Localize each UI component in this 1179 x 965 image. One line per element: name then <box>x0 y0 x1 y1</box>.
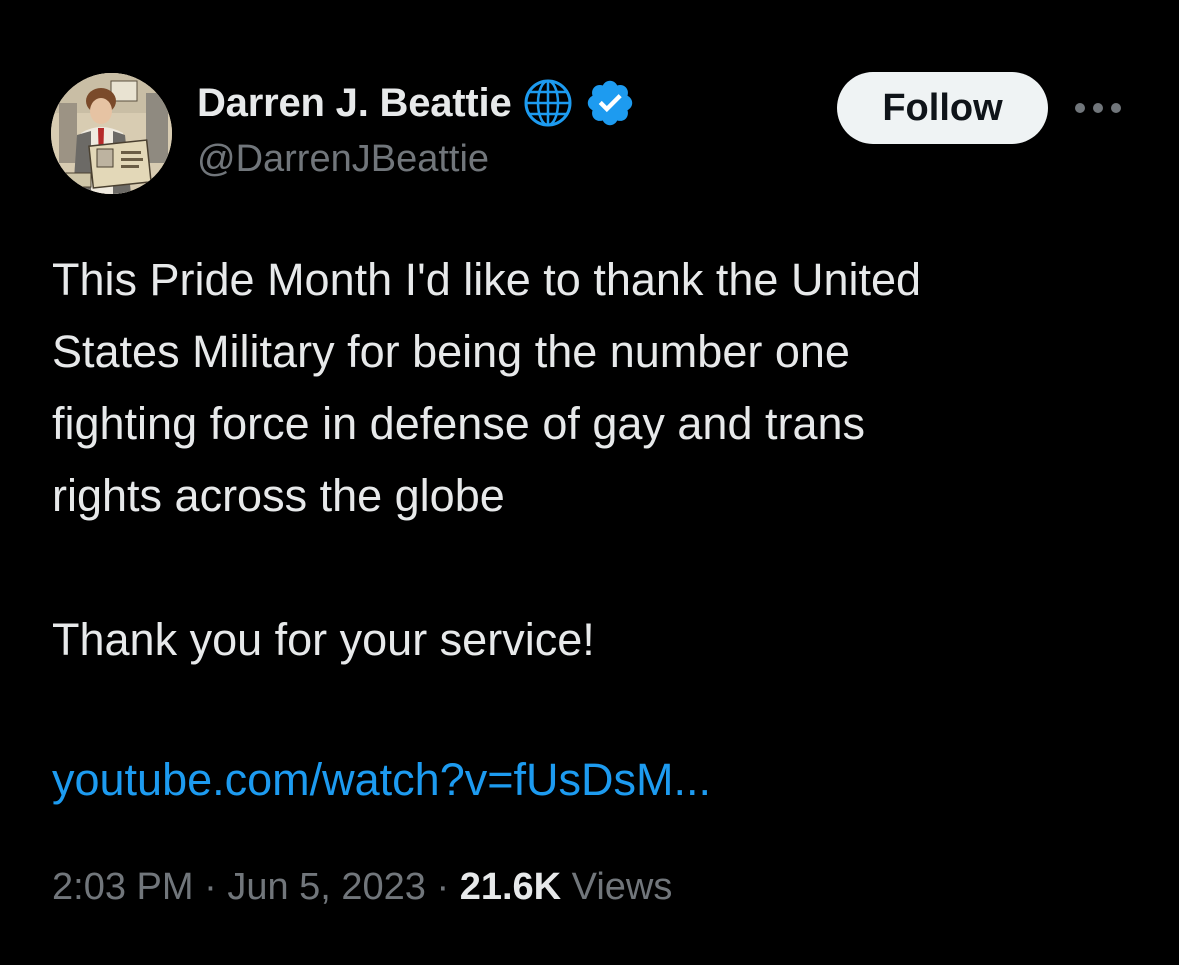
tweet-line: States Military for being the number one <box>52 326 850 377</box>
tweet-text: This Pride Month I'd like to thank the U… <box>52 244 1132 676</box>
author-handle[interactable]: @DarrenJBeattie <box>197 138 489 181</box>
globe-icon <box>522 77 574 129</box>
tweet-line: Thank you for your service! <box>52 614 595 665</box>
tweet-time[interactable]: 2:03 PM <box>52 866 194 908</box>
tweet-line: rights across the globe <box>52 470 505 521</box>
tweet-line: fighting force in defense of gay and tra… <box>52 398 866 449</box>
views-label: Views <box>571 866 673 908</box>
tweet-date[interactable]: Jun 5, 2023 <box>227 866 426 908</box>
display-name[interactable]: Darren J. Beattie <box>197 81 512 126</box>
follow-button[interactable]: Follow <box>837 72 1048 144</box>
author-name-row: Darren J. Beattie <box>197 78 636 128</box>
views-count[interactable]: 21.6K <box>460 866 561 908</box>
verified-badge-icon[interactable] <box>584 77 636 129</box>
tweet-link[interactable]: youtube.com/watch?v=fUsDsM... <box>52 744 711 816</box>
meta-separator: · <box>204 866 217 908</box>
avatar-illustration <box>51 73 172 194</box>
tweet-meta: 2:03 PM · Jun 5, 2023 · 21.6K Views <box>52 860 672 914</box>
meta-separator: · <box>436 866 450 908</box>
more-horizontal-icon[interactable] <box>1070 88 1126 128</box>
tweet-line: This Pride Month I'd like to thank the U… <box>52 254 922 305</box>
avatar[interactable] <box>51 73 172 194</box>
